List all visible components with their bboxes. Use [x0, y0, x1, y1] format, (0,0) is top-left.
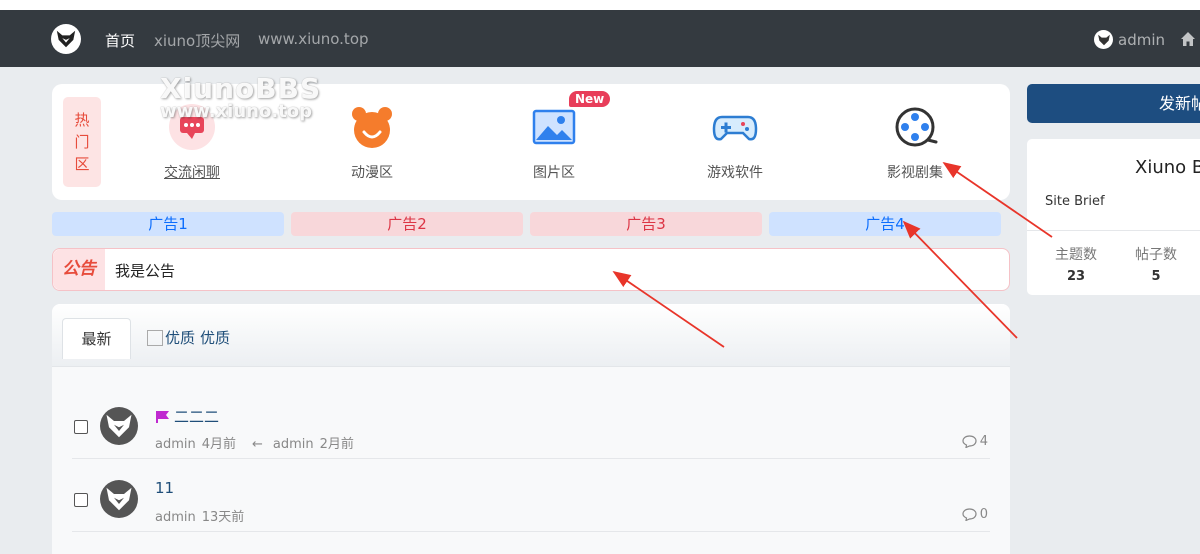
card-divider — [1027, 230, 1200, 231]
reply-count: 4 — [962, 434, 988, 449]
thread-row[interactable]: 二二二 admin 4月前 ← admin 2月前 4 — [72, 384, 990, 456]
row-divider — [72, 531, 990, 532]
stat-threads: 主题数 23 — [1055, 247, 1097, 284]
stat-posts: 帖子数 5 — [1135, 247, 1177, 284]
thread-checkbox[interactable] — [74, 493, 88, 507]
window-top-strip — [0, 0, 1200, 10]
nav-username: admin — [1118, 30, 1165, 49]
ad-banner-4[interactable]: 广告4 — [769, 212, 1001, 236]
announcement-text: 我是公告 — [115, 262, 176, 280]
wolf-avatar-icon — [1097, 34, 1110, 45]
nav-site-name-link[interactable]: xiuno顶尖网 — [154, 30, 240, 51]
thread-meta: admin 4月前 ← admin 2月前 — [155, 437, 354, 452]
wolf-avatar-icon — [106, 414, 132, 438]
forum-anime[interactable]: 动漫区 — [312, 104, 432, 182]
hot-area-label: 热 门 区 — [63, 97, 101, 187]
new-badge: New — [569, 91, 611, 107]
wolf-logo-icon — [56, 30, 76, 48]
new-post-button[interactable]: 发新帖 — [1027, 84, 1200, 123]
comment-icon — [962, 435, 977, 448]
announcement-bar[interactable]: 公告 我是公告 — [52, 248, 1010, 291]
user-avatar — [1094, 30, 1113, 49]
thread-list-panel: 最新 优质 优质 二二二 admin4月前←admin2月前 4 11 — [52, 304, 1010, 554]
ad-banner-1[interactable]: 广告1 — [52, 212, 284, 236]
thread-author-avatar[interactable] — [100, 407, 138, 445]
site-info-card: Xiuno B Site Brief 主题数 23 帖子数 5 — [1027, 139, 1200, 295]
site-title: Xiuno B — [1135, 157, 1200, 178]
film-reel-icon — [895, 107, 938, 147]
bear-face-icon — [352, 107, 392, 148]
flag-icon — [156, 410, 169, 423]
thread-tabs: 最新 优质 优质 — [52, 304, 1010, 367]
announcement-tag: 公告 — [53, 249, 105, 290]
comment-icon — [962, 508, 977, 521]
broken-image-icon — [147, 330, 163, 346]
forum-tv-movies[interactable]: 影视剧集 — [855, 104, 975, 182]
thread-title-link[interactable]: 11 — [155, 479, 174, 497]
home-icon[interactable] — [1180, 31, 1196, 47]
nav-home-link[interactable]: 首页 — [105, 30, 135, 51]
nav-site-url-link[interactable]: www.xiuno.top — [258, 30, 369, 48]
xiunobbs-watermark: XiunoBBS www.xiuno.top — [160, 72, 322, 122]
tab-quality[interactable]: 优质 优质 — [147, 318, 230, 358]
picture-icon — [532, 109, 576, 145]
wolf-avatar-icon — [106, 487, 132, 511]
ad-banner-3[interactable]: 广告3 — [530, 212, 762, 236]
forum-pictures[interactable]: 图片区 — [494, 104, 614, 182]
top-navbar: 首页 xiuno顶尖网 www.xiuno.top admin — [0, 10, 1200, 67]
thread-meta: admin 13天前 — [155, 510, 245, 525]
site-brief: Site Brief — [1045, 194, 1105, 209]
thread-checkbox[interactable] — [74, 420, 88, 434]
site-logo[interactable] — [51, 24, 81, 54]
tab-latest[interactable]: 最新 — [62, 318, 131, 359]
nav-user-menu[interactable]: admin — [1094, 30, 1165, 49]
reply-count: 0 — [962, 507, 988, 522]
thread-author-avatar[interactable] — [100, 480, 138, 518]
gamepad-icon — [712, 115, 758, 141]
thread-title-link[interactable]: 二二二 — [155, 406, 219, 427]
ad-banner-2[interactable]: 广告2 — [291, 212, 523, 236]
thread-row[interactable]: 11 admin 13天前 0 — [72, 457, 990, 529]
forum-games[interactable]: 游戏软件 — [675, 104, 795, 182]
